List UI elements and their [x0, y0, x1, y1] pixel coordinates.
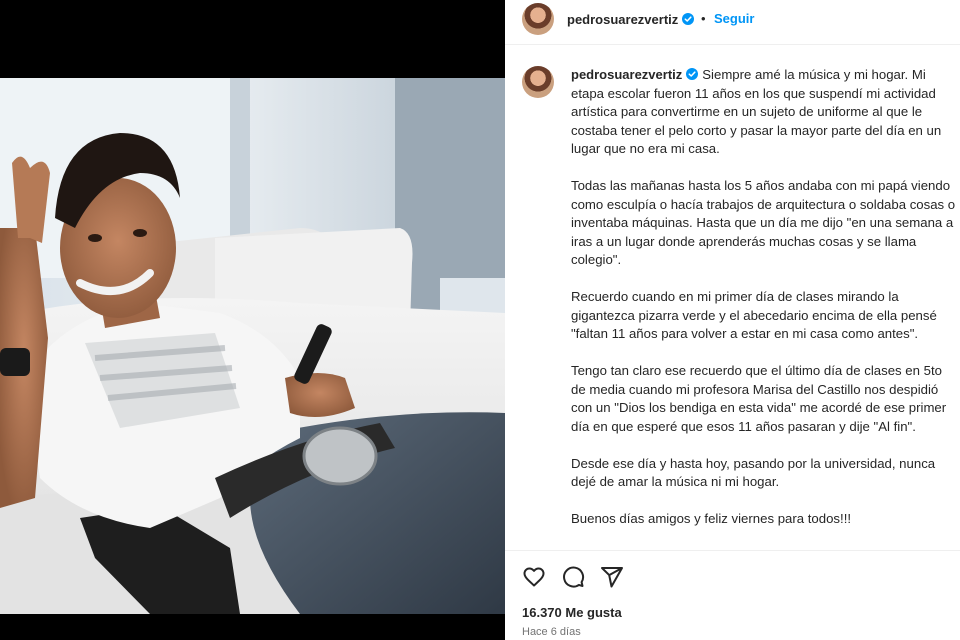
- verified-badge-icon: [686, 68, 699, 80]
- caption-username[interactable]: pedrosuarezvertiz: [571, 67, 699, 82]
- post-photo: [0, 78, 505, 614]
- post-timestamp[interactable]: Hace 6 días: [522, 626, 581, 638]
- caption-area: pedrosuarezvertiz Siempre amé la música y…: [505, 50, 960, 550]
- likes-count[interactable]: 16.370 Me gusta: [522, 605, 622, 620]
- comment-icon[interactable]: [561, 565, 585, 589]
- follow-button[interactable]: Seguir: [714, 11, 754, 26]
- post-side-panel: pedrosuarezvertiz • Seguir pedrosuarezve…: [505, 0, 960, 640]
- caption-avatar[interactable]: [522, 66, 554, 98]
- header-separator: •: [701, 11, 706, 26]
- avatar[interactable]: [522, 3, 554, 35]
- heart-icon[interactable]: [522, 565, 546, 589]
- post-caption: pedrosuarezvertiz Siempre amé la música y…: [571, 66, 957, 550]
- caption-username-text[interactable]: pedrosuarezvertiz: [571, 67, 682, 82]
- post-actions: 16.370 Me gusta Hace 6 días: [505, 550, 960, 640]
- post-header: pedrosuarezvertiz • Seguir: [505, 0, 960, 45]
- share-icon[interactable]: [600, 565, 624, 589]
- header-username[interactable]: pedrosuarezvertiz: [567, 12, 695, 27]
- post-media[interactable]: [0, 0, 505, 640]
- header-username-text[interactable]: pedrosuarezvertiz: [567, 12, 678, 27]
- verified-badge-icon: [682, 13, 695, 25]
- caption-text: Siempre amé la música y mi hogar. Mi eta…: [571, 67, 956, 550]
